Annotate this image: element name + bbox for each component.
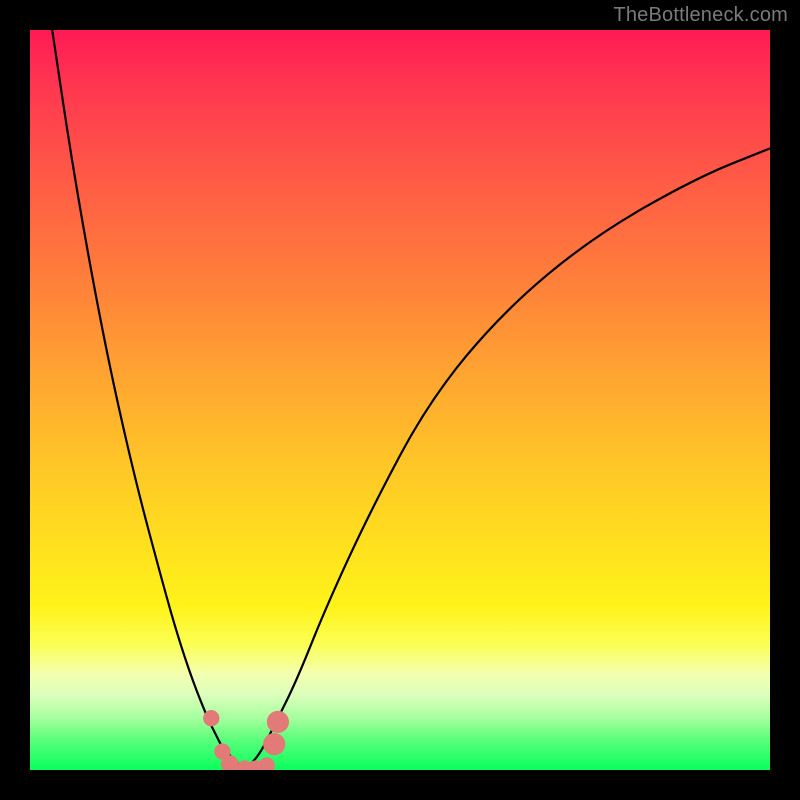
plot-area xyxy=(30,30,770,770)
curve-right-branch xyxy=(245,148,770,770)
curve-markers xyxy=(203,710,289,770)
watermark-text: TheBottleneck.com xyxy=(613,4,788,27)
marker-dot xyxy=(263,733,285,755)
curve-left-branch xyxy=(52,30,244,770)
marker-dot xyxy=(203,710,219,726)
curve-svg xyxy=(30,30,770,770)
marker-dot xyxy=(267,711,289,733)
chart-frame: TheBottleneck.com xyxy=(0,0,800,800)
marker-dot xyxy=(259,757,275,770)
